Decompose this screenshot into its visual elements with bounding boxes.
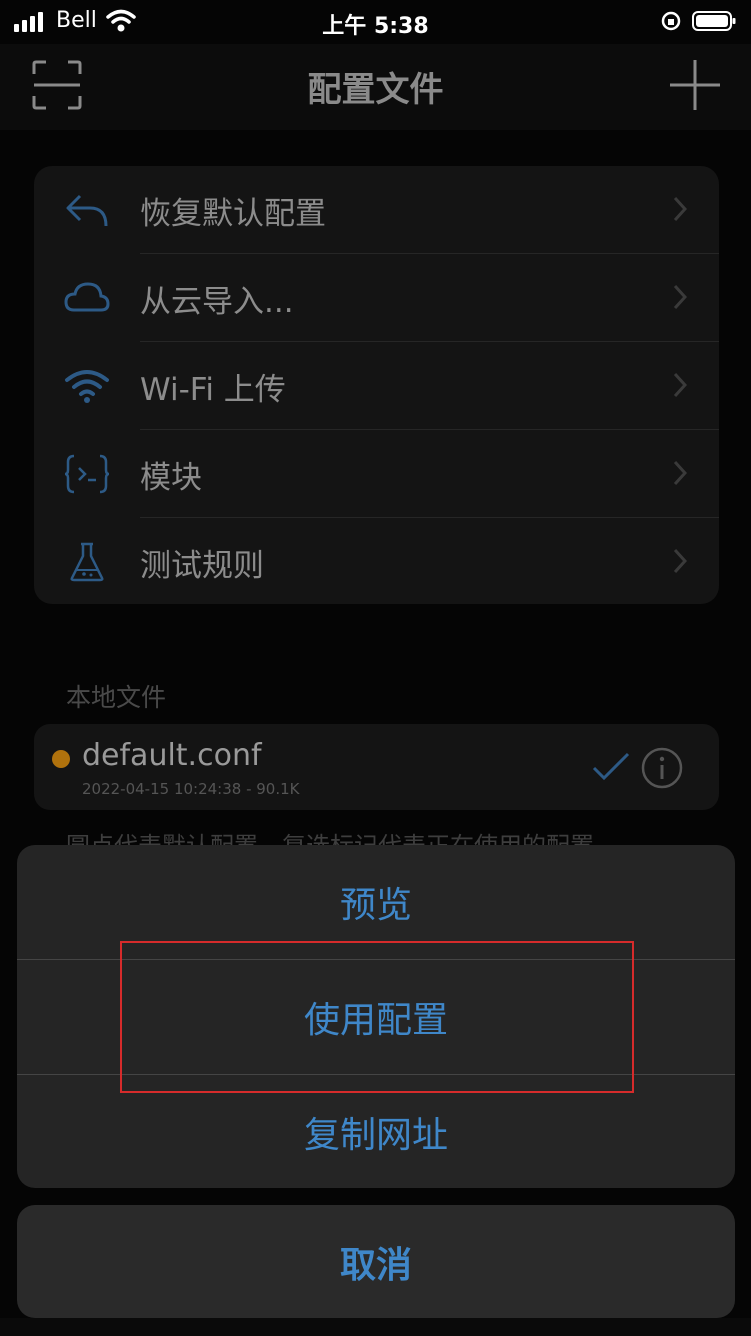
undo-icon bbox=[66, 194, 108, 227]
menu-item-label: Wi-Fi 上传 bbox=[140, 372, 286, 408]
chevron-right-icon bbox=[673, 460, 687, 486]
menu-item-wifi-upload[interactable]: Wi-Fi 上传 bbox=[34, 342, 719, 430]
chevron-right-icon bbox=[673, 196, 687, 222]
chevron-right-icon bbox=[673, 548, 687, 574]
checkmark-icon bbox=[592, 752, 630, 781]
flask-icon bbox=[70, 542, 104, 582]
highlight-box bbox=[120, 941, 634, 1093]
module-icon bbox=[64, 454, 110, 494]
info-icon[interactable] bbox=[640, 746, 684, 790]
menu-item-label: 测试规则 bbox=[140, 548, 264, 584]
menu-item-restore-default[interactable]: 恢复默认配置 bbox=[34, 166, 719, 254]
chevron-right-icon bbox=[673, 284, 687, 310]
status-time: 上午 5:38 bbox=[322, 14, 429, 39]
cloud-icon bbox=[64, 282, 110, 312]
file-meta: 2022-04-15 10:24:38 - 90.1K bbox=[82, 780, 300, 798]
rotation-lock-icon bbox=[661, 11, 681, 31]
menu-item-module[interactable]: 模块 bbox=[34, 430, 719, 518]
plus-icon[interactable] bbox=[668, 58, 722, 112]
cancel-button[interactable]: 取消 bbox=[17, 1205, 735, 1318]
file-name: default.conf bbox=[82, 738, 262, 773]
menu-item-label: 模块 bbox=[140, 460, 202, 496]
battery-icon bbox=[692, 11, 736, 31]
status-bar: Bell 上午 5:38 bbox=[0, 0, 751, 44]
section-header-local-files: 本地文件 bbox=[66, 683, 167, 712]
page-title: 配置文件 bbox=[307, 70, 444, 110]
menu-item-label: 从云导入... bbox=[140, 284, 294, 320]
wifi-icon bbox=[65, 370, 109, 403]
default-indicator-dot bbox=[52, 750, 70, 768]
navigation-bar: 配置文件 bbox=[0, 44, 751, 130]
menu-item-label: 恢复默认配置 bbox=[140, 196, 326, 232]
menu-item-import-from-cloud[interactable]: 从云导入... bbox=[34, 254, 719, 342]
tab-bar-background bbox=[0, 1318, 751, 1336]
menu-item-test-rules[interactable]: 测试规则 bbox=[34, 518, 719, 604]
config-actions-list: 恢复默认配置 从云导入... Wi-Fi 上传 模块 测试规则 bbox=[34, 166, 719, 604]
chevron-right-icon bbox=[673, 372, 687, 398]
file-row-default-conf[interactable]: default.conf 2022-04-15 10:24:38 - 90.1K bbox=[34, 724, 719, 810]
